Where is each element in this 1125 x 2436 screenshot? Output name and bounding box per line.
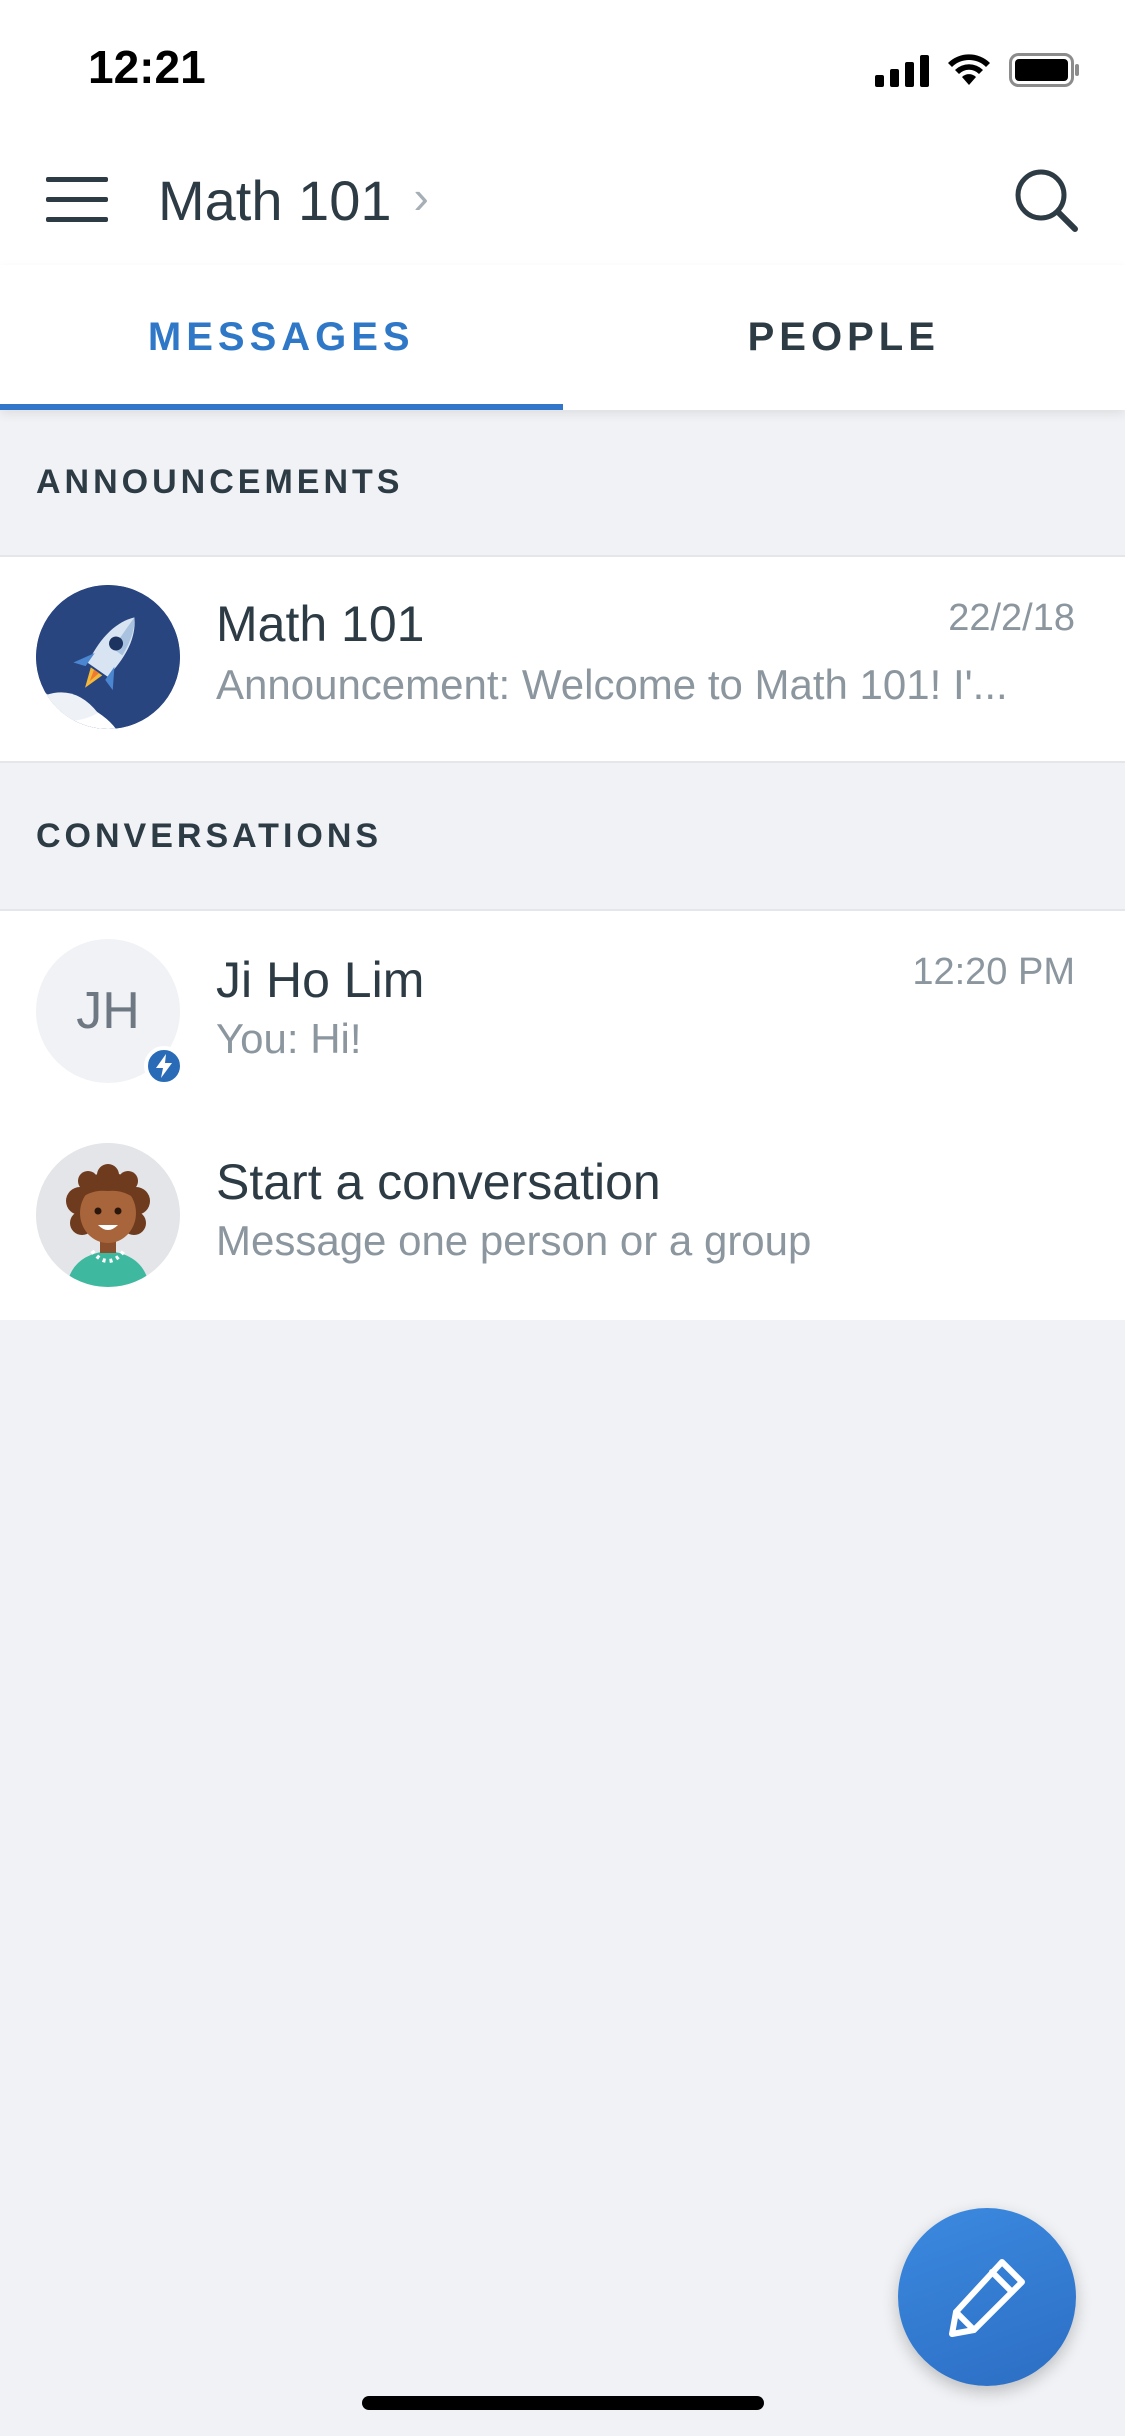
hamburger-icon-line <box>46 197 108 202</box>
wifi-icon <box>947 53 991 87</box>
hamburger-icon <box>46 177 108 182</box>
status-time: 12:21 <box>88 41 206 93</box>
page-title: Math 101 <box>158 168 392 232</box>
person-avatar-icon <box>36 1143 180 1287</box>
start-conversation-row[interactable]: Start a conversation Message one person … <box>0 1111 1125 1320</box>
status-bar: 12:21 <box>0 0 1125 135</box>
start-conversation-title: Start a conversation <box>216 1154 661 1210</box>
tab-messages[interactable]: MESSAGES <box>0 265 563 410</box>
tab-people[interactable]: PEOPLE <box>563 265 1125 410</box>
course-title-button[interactable]: Math 101 › <box>158 165 429 235</box>
start-conversation-subtitle: Message one person or a group <box>216 1217 812 1264</box>
status-icons <box>875 50 1081 90</box>
conversation-preview: You: Hi! <box>216 1015 362 1062</box>
home-indicator <box>362 2396 764 2410</box>
announcement-row[interactable]: Math 101 22/2/18 Announcement: Welcome t… <box>0 557 1125 763</box>
search-button[interactable] <box>1011 165 1081 235</box>
pencil-icon <box>949 2259 1025 2337</box>
announcement-title: Math 101 <box>216 596 425 652</box>
lightning-icon <box>144 1046 184 1086</box>
chevron-right-icon: › <box>413 171 429 223</box>
signal-icon <box>875 53 929 87</box>
battery-icon <box>1009 53 1081 87</box>
tab-bar: MESSAGES PEOPLE <box>0 265 1125 410</box>
section-header-announcements: ANNOUNCEMENTS <box>0 410 1125 557</box>
search-icon <box>1015 169 1078 232</box>
section-header-conversations: CONVERSATIONS <box>0 763 1125 911</box>
compose-button[interactable] <box>898 2208 1076 2386</box>
app-root: 12:21 Math 101 › MESSAGES PEOPLE ANNOUNC… <box>0 0 1125 2436</box>
rocket-icon <box>36 585 180 729</box>
announcement-preview: Announcement: Welcome to Math 101! I'... <box>216 661 1008 708</box>
announcement-date: 22/2/18 <box>948 597 1075 639</box>
conversation-name: Ji Ho Lim <box>216 952 425 1008</box>
app-header: Math 101 › <box>0 135 1125 265</box>
hamburger-menu-button[interactable] <box>46 177 108 223</box>
hamburger-icon-line <box>46 217 108 222</box>
conversation-time: 12:20 PM <box>912 951 1075 993</box>
